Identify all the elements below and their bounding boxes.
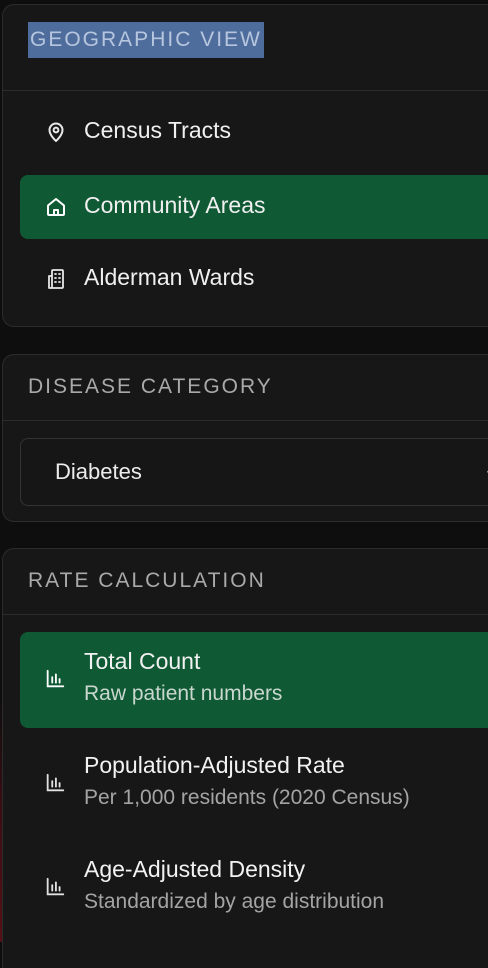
nav-item-label: Census Tracts xyxy=(84,117,231,143)
disease-category-header[interactable]: DISEASE CATEGORY xyxy=(3,355,488,421)
rate-calculation-title: RATE CALCULATION xyxy=(28,569,266,592)
rate-option-description: Raw patient numbers xyxy=(84,682,283,705)
rate-option-label: Population-Adjusted Rate xyxy=(84,752,345,778)
disease-category-select[interactable]: Diabetes xyxy=(20,438,488,506)
rate-option-label: Total Count xyxy=(84,648,201,674)
rate-option-age-adjusted[interactable]: Age-Adjusted Density Standardized by age… xyxy=(20,840,488,936)
nav-item-label: Community Areas xyxy=(84,192,266,218)
rate-option-label: Age-Adjusted Density xyxy=(84,856,306,882)
rate-option-description: Standardized by age distribution xyxy=(84,890,385,913)
disease-category-title: DISEASE CATEGORY xyxy=(28,375,273,398)
rate-calculation-panel: RATE CALCULATION Total Count Raw patient… xyxy=(2,548,488,968)
nav-item-community-areas[interactable]: Community Areas xyxy=(20,175,488,239)
geographic-view-panel: GEOGRAPHIC VIEW Census Tracts Community … xyxy=(2,4,488,327)
rate-option-total-count[interactable]: Total Count Raw patient numbers xyxy=(20,632,488,728)
nav-item-census-tracts[interactable]: Census Tracts xyxy=(20,100,488,164)
geographic-view-header: GEOGRAPHIC VIEW xyxy=(3,5,488,91)
disease-category-panel: DISEASE CATEGORY Diabetes xyxy=(2,354,488,522)
bar-chart-icon xyxy=(46,773,65,792)
nav-item-label: Alderman Wards xyxy=(84,264,255,290)
nav-item-alderman-wards[interactable]: Alderman Wards xyxy=(20,247,488,311)
disease-category-value: Diabetes xyxy=(55,459,142,484)
building-icon xyxy=(48,269,64,289)
home-icon xyxy=(47,198,65,216)
bar-chart-icon xyxy=(46,669,65,688)
rate-option-description: Per 1,000 residents (2020 Census) xyxy=(84,786,410,809)
map-pin-icon xyxy=(48,122,64,142)
rate-option-population-adjusted[interactable]: Population-Adjusted Rate Per 1,000 resid… xyxy=(20,736,488,832)
bar-chart-icon xyxy=(46,877,65,896)
rate-calculation-header[interactable]: RATE CALCULATION xyxy=(3,549,488,615)
geographic-view-title: GEOGRAPHIC VIEW xyxy=(28,22,264,58)
